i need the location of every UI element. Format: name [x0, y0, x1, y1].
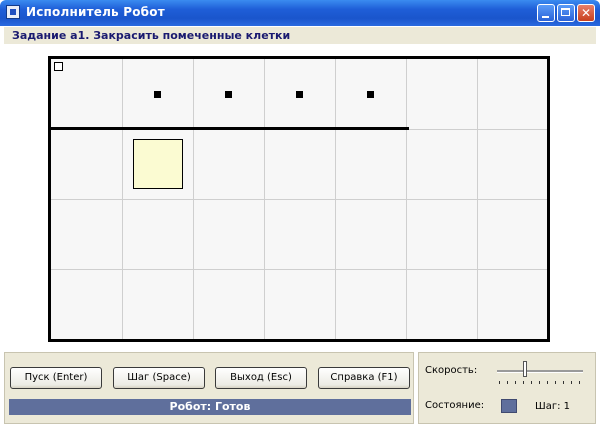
close-icon: ✕ — [580, 6, 592, 20]
state-indicator — [501, 399, 517, 413]
title-bar: Исполнитель Робот ✕ — [0, 0, 600, 26]
cell-marker — [154, 91, 161, 98]
slider-tick — [555, 381, 556, 384]
robot-window: Исполнитель Робот ✕ Задание а1. Закрасит… — [0, 0, 600, 428]
help-button[interactable]: Справка (F1) — [318, 367, 410, 389]
maximize-icon — [561, 8, 570, 16]
minimize-button[interactable] — [537, 4, 555, 22]
speed-slider-track[interactable] — [497, 370, 583, 373]
slider-tick — [539, 381, 540, 384]
app-icon — [6, 5, 20, 19]
robot-icon — [54, 62, 63, 71]
cell-marker — [225, 91, 232, 98]
speed-label: Скорость: — [425, 365, 478, 376]
grid-line — [51, 269, 547, 270]
maximize-button[interactable] — [557, 4, 575, 22]
exit-button[interactable]: Выход (Esc) — [215, 367, 307, 389]
close-button[interactable]: ✕ — [577, 4, 595, 22]
start-button[interactable]: Пуск (Enter) — [10, 367, 102, 389]
wall — [51, 127, 409, 130]
info-panel: Скорость: Состояние: Шаг: 1 — [418, 352, 596, 424]
slider-tick — [563, 381, 564, 384]
slider-tick — [499, 381, 500, 384]
status-bar: Робот: Готов — [9, 399, 411, 415]
slider-tick — [571, 381, 572, 384]
slider-tick — [531, 381, 532, 384]
task-title: Задание а1. Закрасить помеченные клетки — [12, 29, 291, 42]
slider-tick — [515, 381, 516, 384]
grid-line — [51, 199, 547, 200]
cell-marker — [367, 91, 374, 98]
window-title: Исполнитель Робот — [26, 5, 165, 19]
slider-tick — [507, 381, 508, 384]
speed-slider-thumb[interactable] — [523, 361, 527, 377]
task-bar: Задание а1. Закрасить помеченные клетки — [4, 27, 596, 44]
step-counter: Шаг: 1 — [535, 401, 570, 412]
minimize-icon — [542, 16, 549, 18]
cell-marker — [296, 91, 303, 98]
slider-tick — [579, 381, 580, 384]
robot-field — [48, 56, 550, 342]
step-button[interactable]: Шаг (Space) — [113, 367, 205, 389]
slider-tick — [547, 381, 548, 384]
painted-cell — [133, 139, 183, 189]
state-label: Состояние: — [425, 400, 485, 411]
control-panel: Пуск (Enter) Шаг (Space) Выход (Esc) Спр… — [4, 352, 414, 424]
slider-tick — [523, 381, 524, 384]
